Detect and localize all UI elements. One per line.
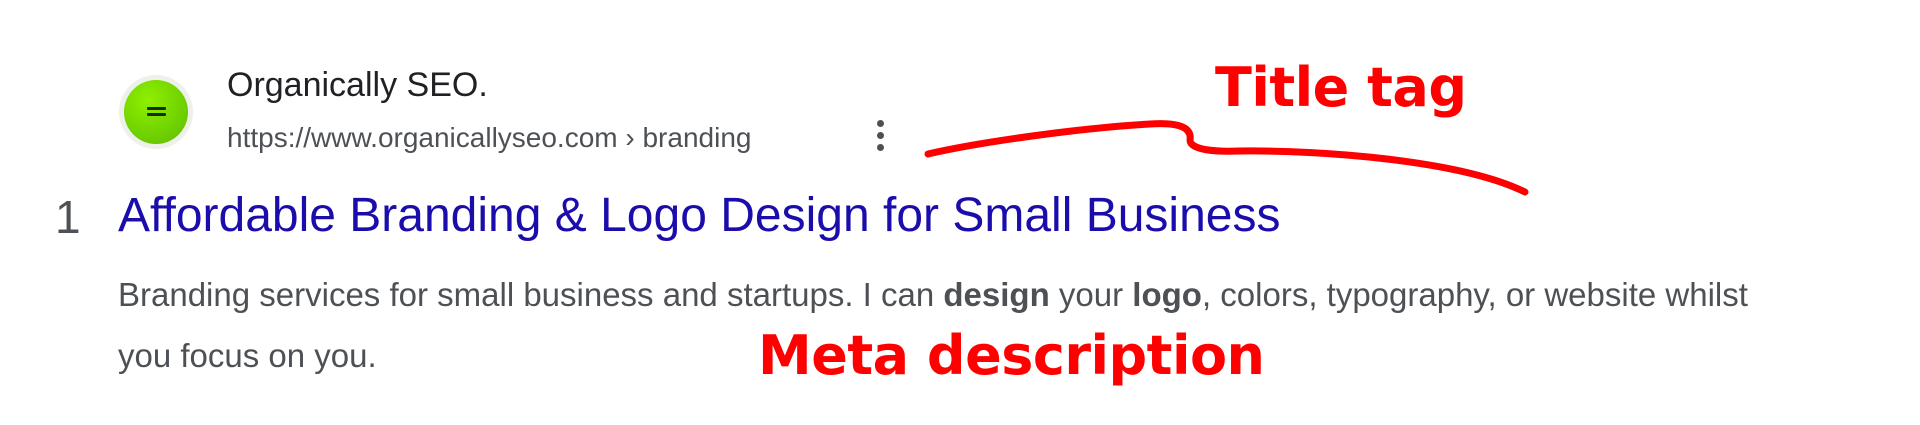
snippet-bold-logo: logo bbox=[1132, 276, 1202, 313]
site-name[interactable]: Organically SEO. bbox=[227, 66, 488, 105]
favicon-green-circle bbox=[124, 80, 188, 144]
result-title-link[interactable]: Affordable Branding & Logo Design for Sm… bbox=[118, 188, 1280, 243]
annotation-title-tag: Title tag bbox=[1215, 56, 1467, 119]
site-favicon-icon[interactable] bbox=[119, 75, 193, 149]
result-rank-number: 1 bbox=[55, 191, 81, 243]
snippet-bold-design: design bbox=[943, 276, 1050, 313]
snippet-text-2: your bbox=[1049, 276, 1133, 313]
more-options-icon[interactable] bbox=[868, 120, 892, 158]
search-result-screenshot: Organically SEO. https://www.organically… bbox=[0, 0, 1920, 425]
snippet-text-1: Branding services for small business and… bbox=[118, 276, 944, 313]
site-url-breadcrumb[interactable]: https://www.organicallyseo.com › brandin… bbox=[227, 122, 751, 154]
annotation-meta-description: Meta description bbox=[758, 324, 1265, 387]
menu-lines-icon bbox=[147, 107, 166, 116]
